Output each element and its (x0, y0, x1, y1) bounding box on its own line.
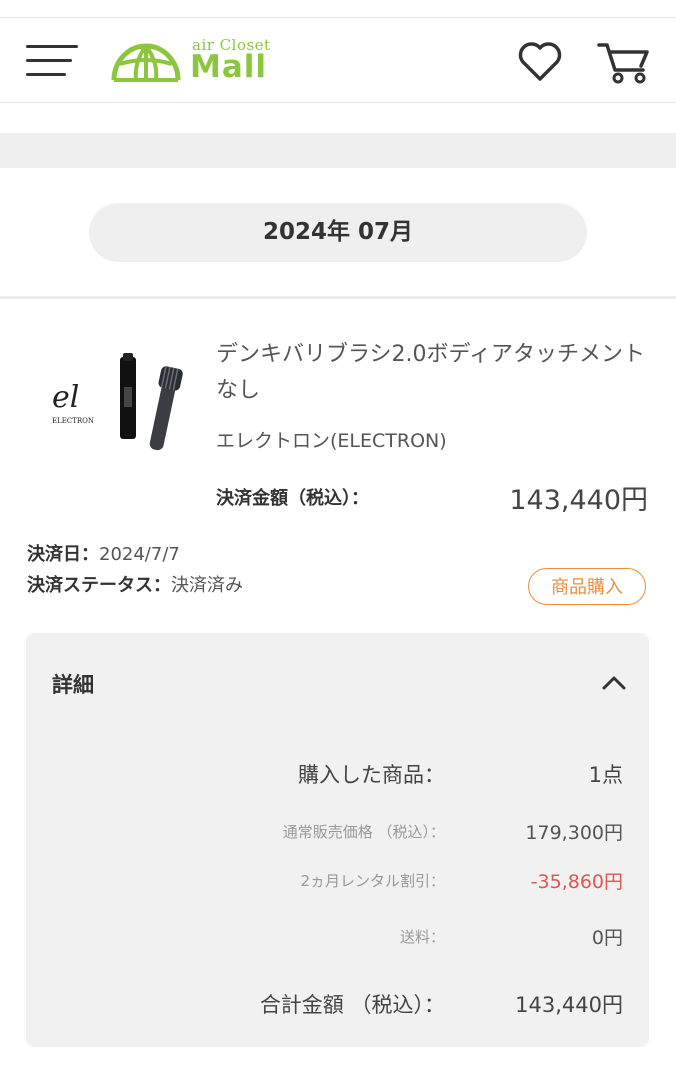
header-divider (0, 102, 676, 103)
detail-row-value: -35,860円 (530, 871, 623, 893)
payment-date-value: 2024/7/7 (99, 544, 180, 565)
chevron-up-icon[interactable] (597, 667, 631, 701)
hamburger-menu-icon[interactable] (26, 42, 78, 80)
heart-icon[interactable] (516, 40, 564, 84)
payment-status-label: 決済ステータス： (27, 575, 171, 596)
detail-row-label: 通常販売価格 （税込）： (282, 823, 445, 841)
detail-row-label: 合計金額 （税込）： (259, 993, 445, 1017)
purchase-type-badge: 商品購入 (528, 568, 646, 605)
payment-status-value: 決済済み (171, 575, 243, 596)
cart-icon[interactable] (597, 40, 651, 84)
amount-value: 143,440円 (509, 485, 648, 516)
svg-text:el: el (52, 380, 79, 415)
detail-row-value: 179,300円 (525, 822, 623, 844)
payment-date-label: 決済日： (27, 544, 99, 565)
product-brand: エレクトロン(ELECTRON) (216, 430, 447, 452)
detail-title: 詳細 (52, 673, 94, 697)
logo-big-text: Mall (190, 49, 268, 85)
product-name[interactable]: デンキバリブラシ2.0ボディアタッチメントなし (216, 337, 646, 409)
detail-row-value: 143,440円 (515, 993, 623, 1017)
globe-logo-icon (111, 43, 181, 82)
payment-status: 決済ステータス：決済済み (27, 571, 243, 597)
thumb-brand-text: ELECTRON (52, 417, 94, 425)
product-thumbnail[interactable]: el ELECTRON (44, 345, 194, 465)
detail-row-value: 1点 (588, 763, 623, 787)
detail-row-label: 2ヵ月レンタル割引： (300, 872, 445, 890)
detail-panel: 詳細 購入した商品： 1点 通常販売価格 （税込）： 179,300円 2ヵ月レ… (26, 633, 649, 1047)
payment-date: 決済日：2024/7/7 (27, 540, 180, 566)
section-spacer (0, 133, 676, 168)
app-header (0, 18, 676, 102)
amount-label: 決済金額（税込）： (216, 488, 369, 509)
detail-row-value: 0円 (591, 927, 623, 949)
section-divider (0, 296, 676, 299)
aircloset-mall-logo[interactable]: air Closet Mall (110, 36, 285, 86)
detail-row-label: 送料： (399, 928, 445, 946)
month-selector[interactable]: 2024年 07月 (89, 203, 587, 262)
detail-row-label: 購入した商品： (298, 763, 445, 787)
